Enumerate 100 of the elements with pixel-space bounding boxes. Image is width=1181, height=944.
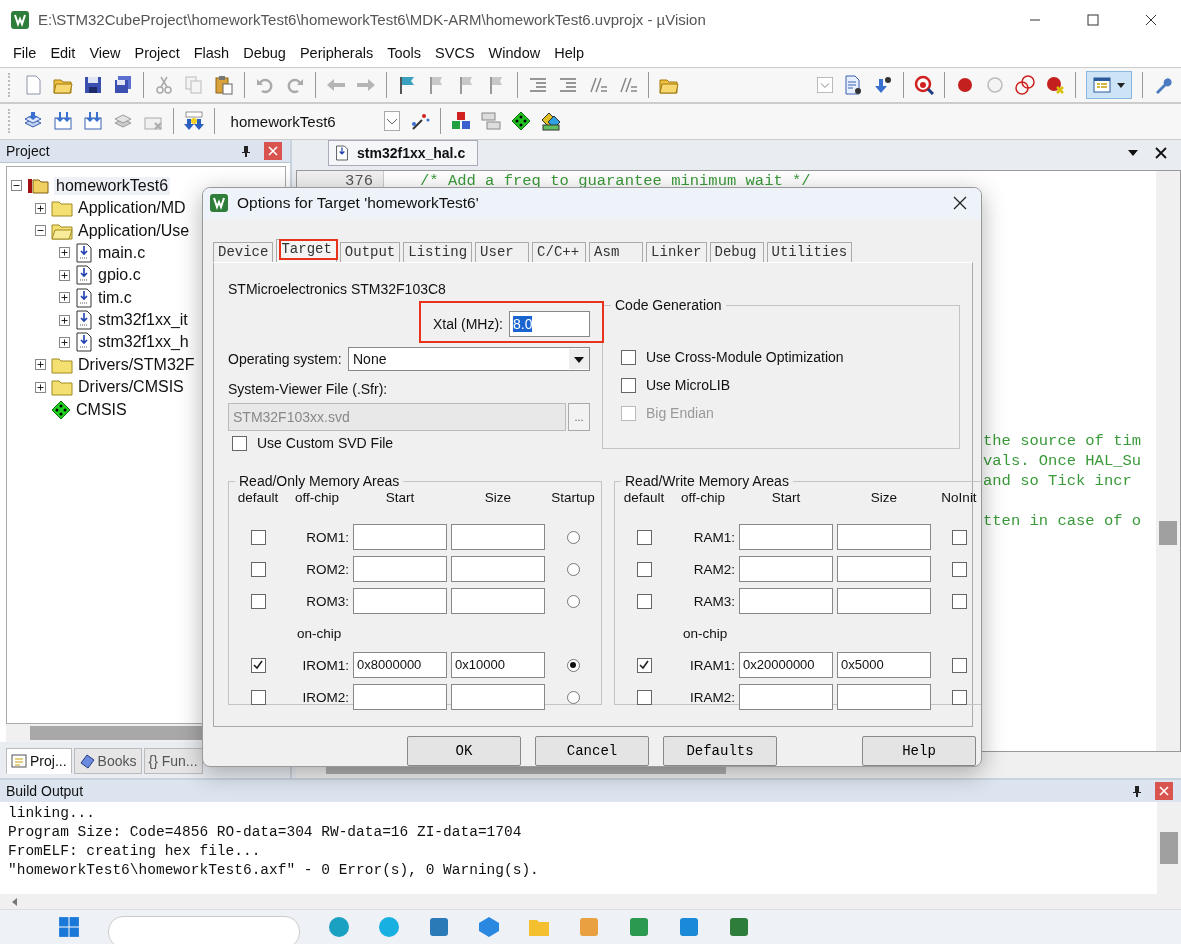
checkbox[interactable]	[621, 349, 636, 365]
windows-icon[interactable]	[58, 916, 80, 939]
radio-button[interactable]	[566, 690, 580, 704]
menu-item[interactable]: Window	[481, 45, 548, 62]
expand-toggle[interactable]	[59, 269, 70, 281]
dialog-tab[interactable]: Listing	[403, 242, 473, 263]
radio-button[interactable]	[566, 530, 580, 544]
dialog-tab[interactable]: User	[475, 242, 530, 263]
checkbox[interactable]	[636, 561, 652, 577]
app-logo-icon[interactable]	[728, 916, 750, 939]
dialog-tab[interactable]: Debug	[709, 242, 764, 263]
start-field[interactable]: 0x20000000	[739, 652, 833, 679]
size-field[interactable]	[837, 524, 931, 551]
size-field[interactable]	[837, 684, 931, 711]
magic-wand-icon[interactable]	[410, 111, 431, 132]
load-icon[interactable]	[183, 111, 204, 132]
checkbox[interactable]	[636, 657, 652, 673]
size-field[interactable]	[451, 588, 545, 615]
pin-icon[interactable]	[1131, 784, 1143, 797]
start-field[interactable]	[739, 684, 833, 711]
start-field[interactable]	[739, 524, 833, 551]
scrollbar-thumb[interactable]	[1160, 831, 1178, 864]
xtal-field[interactable]: 8.0	[509, 311, 590, 338]
document-search-icon[interactable]	[843, 75, 863, 96]
tree-item[interactable]: gpio.c	[98, 266, 141, 285]
build-icon[interactable]	[52, 111, 73, 132]
menu-item[interactable]: Edit	[43, 45, 83, 62]
dialog-tab[interactable]: C/C++	[532, 242, 587, 263]
radio-button[interactable]	[566, 562, 580, 576]
close-icon[interactable]	[1155, 146, 1167, 159]
panel-tab[interactable]: Books	[73, 747, 142, 774]
checkbox[interactable]	[636, 593, 652, 609]
clear-breakpoints-icon[interactable]	[1045, 75, 1065, 96]
scrollbar-thumb[interactable]	[1159, 520, 1177, 545]
tree-item[interactable]: homeworkTest6	[54, 176, 171, 195]
dialog-tab[interactable]: Utilities	[766, 242, 853, 263]
close-icon[interactable]	[1145, 13, 1157, 26]
checkbox[interactable]	[250, 593, 266, 609]
checkbox[interactable]	[250, 561, 266, 577]
checkbox[interactable]	[250, 529, 266, 545]
tree-item[interactable]: CMSIS	[76, 400, 127, 419]
checkbox[interactable]	[951, 593, 967, 609]
app-icon[interactable]	[678, 916, 700, 939]
rebuild-icon[interactable]	[82, 111, 103, 132]
search-field[interactable]	[108, 916, 300, 944]
tree-item[interactable]: Drivers/CMSIS	[78, 378, 184, 397]
menu-item[interactable]: Flash	[186, 45, 237, 62]
menu-item[interactable]: Help	[547, 45, 591, 62]
expand-toggle[interactable]	[59, 247, 70, 259]
checkbox[interactable]	[232, 435, 247, 451]
panel-tab[interactable]: Proj...	[6, 747, 72, 774]
checkbox[interactable]	[250, 657, 266, 673]
menu-item[interactable]: File	[6, 45, 44, 62]
checkbox[interactable]	[951, 561, 967, 577]
size-field[interactable]	[451, 556, 545, 583]
menu-item[interactable]: Peripherals	[292, 45, 381, 62]
diamond-icon[interactable]	[511, 111, 531, 132]
window-select-button[interactable]	[1086, 71, 1132, 100]
editor-tab[interactable]: stm32f1xx_hal.c	[328, 139, 479, 166]
radio-button[interactable]	[566, 594, 580, 608]
size-field[interactable]	[451, 684, 545, 711]
checkbox[interactable]	[636, 689, 652, 705]
panel-tab[interactable]: {} Fun...	[143, 747, 203, 774]
expand-toggle[interactable]	[59, 292, 70, 304]
menu-item[interactable]: View	[82, 45, 128, 62]
dialog-tab[interactable]: Asm	[589, 242, 644, 263]
checkbox[interactable]	[636, 529, 652, 545]
tree-item[interactable]: Application/Use	[78, 221, 190, 240]
menu-item[interactable]: Tools	[380, 45, 429, 62]
start-field[interactable]	[739, 556, 833, 583]
checkbox[interactable]	[951, 657, 967, 673]
app-icon[interactable]	[378, 916, 400, 939]
start-field[interactable]	[739, 588, 833, 615]
radio-button[interactable]	[566, 658, 580, 672]
app-icon[interactable]	[328, 916, 350, 939]
size-field[interactable]: 0x5000	[837, 652, 931, 679]
checkbox[interactable]	[951, 689, 967, 705]
dialog-tab[interactable]: Output	[339, 242, 401, 263]
dialog-button[interactable]: Defaults	[663, 736, 777, 766]
scroll-left-icon[interactable]	[10, 896, 20, 907]
menu-item[interactable]: SVCS	[428, 45, 482, 62]
start-field[interactable]	[353, 684, 447, 711]
app-icon[interactable]	[628, 916, 650, 939]
checkbox[interactable]	[250, 689, 266, 705]
cut-icon[interactable]	[154, 75, 174, 96]
menu-item[interactable]: Project	[127, 45, 187, 62]
expand-toggle[interactable]	[35, 359, 46, 371]
menu-item[interactable]: Debug	[236, 45, 293, 62]
start-field[interactable]: 0x8000000	[353, 652, 447, 679]
start-field[interactable]	[353, 556, 447, 583]
blocks-icon[interactable]	[451, 111, 471, 132]
tree-item[interactable]: Drivers/STM32F	[78, 355, 195, 374]
expand-toggle[interactable]	[59, 336, 70, 348]
dialog-button[interactable]: Help	[862, 736, 976, 766]
tree-item[interactable]: Application/MD	[78, 199, 186, 218]
expand-toggle[interactable]	[35, 225, 46, 236]
dialog-button[interactable]: OK	[407, 736, 521, 766]
tree-item[interactable]: main.c	[98, 243, 146, 262]
start-field[interactable]	[353, 524, 447, 551]
size-field[interactable]	[837, 588, 931, 615]
